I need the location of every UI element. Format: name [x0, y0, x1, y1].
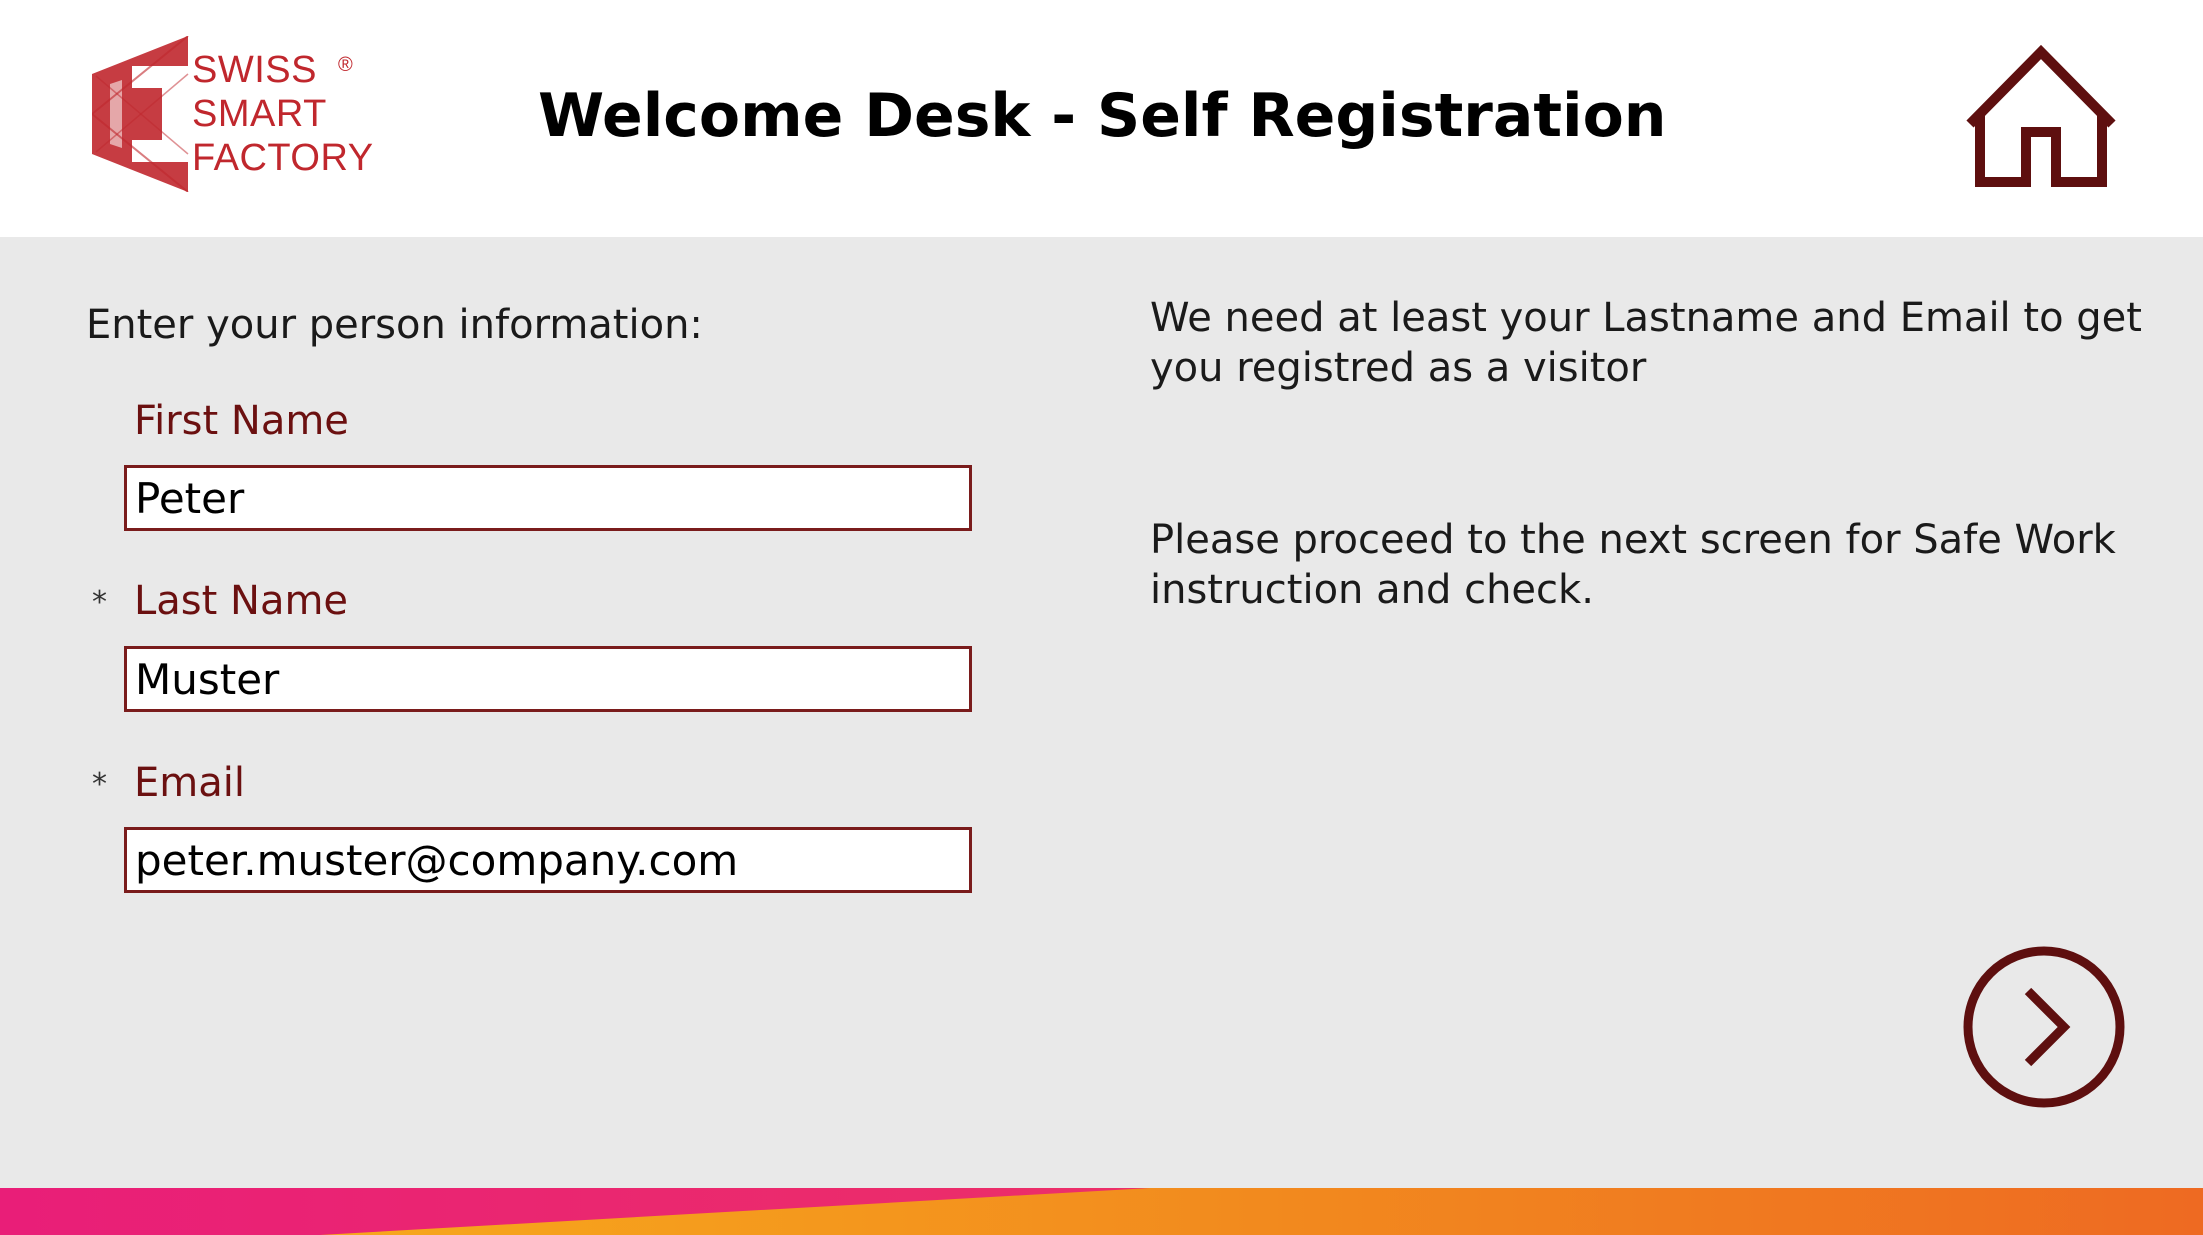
logo-text-line1: SWISS [192, 49, 317, 91]
email-label: Email [134, 760, 245, 806]
next-button[interactable] [1962, 945, 2126, 1109]
logo-text-line2: SMART [192, 93, 327, 135]
swiss-smart-factory-logo: SWISS SMART FACTORY ® [92, 36, 374, 192]
form-intro-text: Enter your person information: [86, 302, 703, 348]
registration-panel: Enter your person information: First Nam… [0, 237, 2203, 1188]
home-button[interactable] [1964, 44, 2118, 190]
email-input[interactable] [124, 827, 972, 893]
first-name-label: First Name [134, 398, 349, 444]
registered-mark: ® [338, 54, 353, 76]
header: SWISS SMART FACTORY ® Welcome Desk - Sel… [0, 0, 2203, 237]
logo-mark-icon [92, 36, 189, 192]
last-name-required-marker: * [92, 585, 107, 620]
footer-gradient-graphic [0, 1188, 2203, 1235]
requirement-info-text: We need at least your Lastname and Email… [1150, 295, 2142, 391]
email-required-marker: * [92, 767, 107, 802]
home-icon [1966, 44, 2116, 187]
first-name-input[interactable] [124, 465, 972, 531]
logo-text-line3: FACTORY [192, 137, 374, 179]
proceed-info-text: Please proceed to the next screen for Sa… [1150, 517, 2116, 613]
chevron-right-icon [1963, 946, 2125, 1108]
footer-decorative-bar [0, 1188, 2203, 1235]
last-name-label: Last Name [134, 578, 349, 624]
last-name-input[interactable] [124, 646, 972, 712]
page-title: Welcome Desk - Self Registration [538, 81, 1667, 151]
